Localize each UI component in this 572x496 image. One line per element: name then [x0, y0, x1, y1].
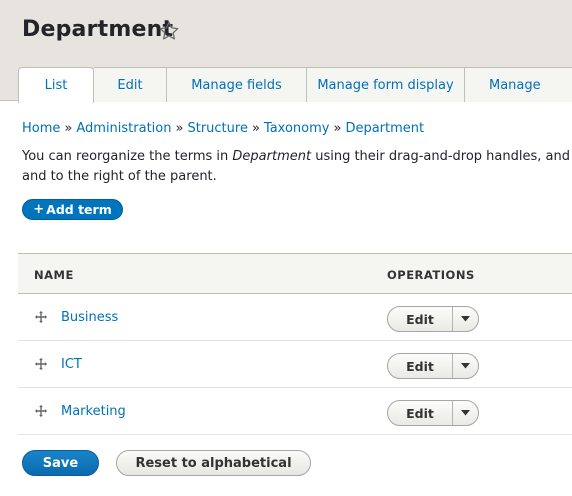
operations-dropbutton: Edit: [387, 400, 479, 426]
operations-dropbutton: Edit: [387, 353, 479, 379]
breadcrumb-separator: »: [64, 121, 73, 136]
tab-edit[interactable]: Edit: [94, 67, 166, 102]
drag-handle-icon[interactable]: [34, 310, 48, 324]
add-term-label: Add term: [46, 202, 112, 217]
breadcrumb-department[interactable]: Department: [345, 121, 424, 136]
drag-handle-icon[interactable]: [34, 404, 48, 418]
tab-manage-form-display[interactable]: Manage form display: [306, 67, 464, 102]
dropbutton-toggle[interactable]: [453, 307, 478, 331]
help-text-part: You can reorganize the terms in: [22, 149, 233, 164]
breadcrumb-separator: »: [251, 121, 260, 136]
edit-button[interactable]: Edit: [388, 307, 453, 331]
save-button[interactable]: Save: [22, 450, 99, 476]
breadcrumb-separator: »: [333, 121, 342, 136]
breadcrumb-taxonomy[interactable]: Taxonomy: [264, 121, 330, 136]
table-header: NAME OPERATIONS: [18, 253, 572, 294]
tab-list[interactable]: List: [18, 67, 94, 103]
caret-down-icon: [461, 410, 470, 416]
page-title: Department: [22, 17, 174, 42]
plus-icon: +: [33, 202, 45, 217]
star-outline-icon[interactable]: [158, 20, 180, 42]
terms-table: NAME OPERATIONS Business Edit ICT Edit M…: [18, 253, 572, 435]
breadcrumb-administration[interactable]: Administration: [76, 121, 171, 136]
page-header: Department List Edit Manage fields Manag…: [0, 0, 572, 103]
term-link[interactable]: Marketing: [61, 404, 126, 419]
table-row: Business Edit: [18, 294, 572, 341]
table-row: Marketing Edit: [18, 388, 572, 435]
help-text-line2: and to the right of the parent.: [22, 169, 217, 184]
breadcrumb-separator: »: [175, 121, 184, 136]
column-header-name: NAME: [34, 268, 74, 282]
table-row: ICT Edit: [18, 341, 572, 388]
drag-handle-icon[interactable]: [34, 357, 48, 371]
breadcrumb: Home» Administration» Structure» Taxonomy» D…: [22, 121, 424, 136]
term-link[interactable]: ICT: [61, 357, 82, 372]
help-text: You can reorganize the terms in Departme…: [22, 147, 572, 187]
term-link[interactable]: Business: [61, 310, 118, 325]
operations-dropbutton: Edit: [387, 306, 479, 332]
breadcrumb-structure[interactable]: Structure: [187, 121, 247, 136]
add-term-button[interactable]: + Add term: [22, 199, 123, 220]
column-header-operations: OPERATIONS: [387, 268, 475, 282]
breadcrumb-home[interactable]: Home: [22, 121, 60, 136]
help-text-vocabulary: Department: [232, 149, 312, 164]
caret-down-icon: [461, 363, 470, 369]
caret-down-icon: [461, 316, 470, 322]
edit-button[interactable]: Edit: [388, 354, 453, 378]
tab-bar: List Edit Manage fields Manage form disp…: [18, 67, 572, 103]
dropbutton-toggle[interactable]: [453, 354, 478, 378]
reset-to-alphabetical-button[interactable]: Reset to alphabetical: [116, 450, 311, 476]
dropbutton-toggle[interactable]: [453, 401, 478, 425]
tab-manage-fields[interactable]: Manage fields: [166, 67, 306, 102]
help-text-part: using their drag-and-drop handles, and g: [311, 149, 572, 164]
tab-manage-display[interactable]: Manage: [464, 67, 572, 102]
edit-button[interactable]: Edit: [388, 401, 453, 425]
